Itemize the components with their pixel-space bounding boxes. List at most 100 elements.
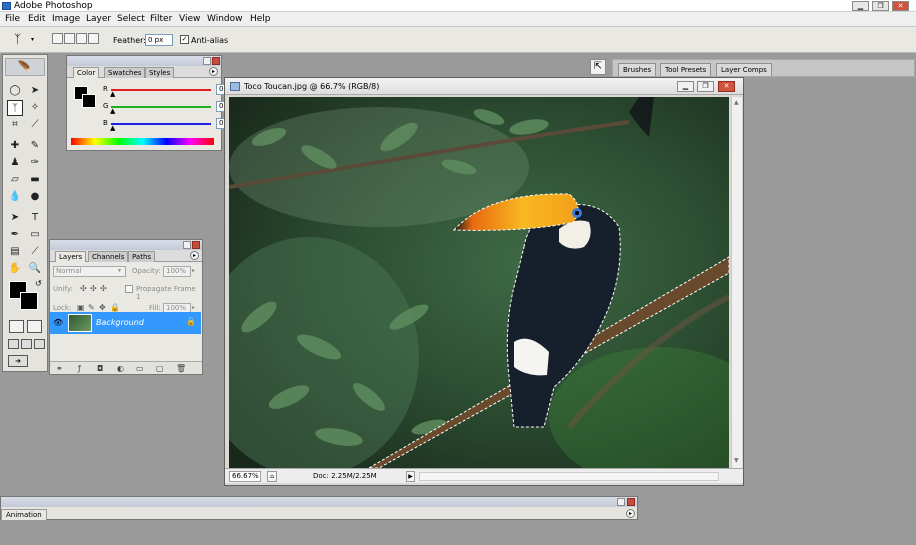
hand-tool-icon[interactable]: ✋ <box>7 261 23 277</box>
red-slider[interactable]: R ▲ 0 <box>103 84 243 98</box>
vertical-scrollbar[interactable]: ▲ ▼ <box>731 97 742 468</box>
menu-filter[interactable]: Filter <box>150 14 172 24</box>
close-icon[interactable] <box>192 241 200 249</box>
menu-window[interactable]: Window <box>207 14 243 24</box>
pen-tool-icon[interactable]: ✒ <box>7 227 23 243</box>
lock-image-icon[interactable]: ✎ <box>88 303 95 312</box>
chevron-down-icon[interactable]: ▾ <box>31 36 34 43</box>
slider-knob-icon[interactable]: ▲ <box>110 125 115 132</box>
chevron-down-icon[interactable]: ▾ <box>118 267 121 274</box>
screen-mode-standard-icon[interactable] <box>8 339 19 349</box>
new-selection-icon[interactable] <box>52 33 63 44</box>
crop-tool-icon[interactable]: ⌗ <box>7 117 23 133</box>
well-tab-layer-comps[interactable]: Layer Comps <box>716 63 772 76</box>
lock-transparency-icon[interactable]: ▣ <box>77 303 85 312</box>
layer-style-icon[interactable]: ƒ <box>78 364 81 373</box>
panel-menu-icon[interactable]: ▸ <box>209 67 218 76</box>
menu-select[interactable]: Select <box>117 14 145 24</box>
path-selection-tool-icon[interactable]: ➤ <box>7 210 23 226</box>
clone-stamp-tool-icon[interactable]: ♟ <box>7 155 23 171</box>
lasso-tool-preset-icon[interactable]: ᛉ <box>14 32 21 46</box>
new-group-icon[interactable]: ▭ <box>136 364 144 373</box>
close-icon[interactable]: ✕ <box>718 81 735 92</box>
eraser-tool-icon[interactable]: ▱ <box>7 172 23 188</box>
tab-paths[interactable]: Paths <box>128 251 156 262</box>
minimize-icon[interactable] <box>203 57 211 65</box>
maximize-icon[interactable]: ❐ <box>697 81 714 92</box>
menu-layer[interactable]: Layer <box>86 14 111 24</box>
magic-wand-tool-icon[interactable]: ✧ <box>27 100 43 116</box>
restore-icon[interactable]: ❐ <box>872 1 889 11</box>
eye-icon[interactable]: 👁 <box>53 318 63 327</box>
minimize-icon[interactable] <box>617 498 625 506</box>
gradient-tool-icon[interactable]: ▬ <box>27 172 43 188</box>
marquee-tool-icon[interactable]: ◯ <box>7 83 23 99</box>
add-to-selection-icon[interactable] <box>64 33 75 44</box>
slider-knob-icon[interactable]: ▲ <box>110 108 115 115</box>
swap-colors-icon[interactable]: ↺ <box>35 279 42 288</box>
chevron-right-icon[interactable]: ▸ <box>192 304 195 311</box>
shape-tool-icon[interactable]: ▭ <box>27 227 43 243</box>
close-icon[interactable] <box>627 498 635 506</box>
menu-view[interactable]: View <box>179 14 200 24</box>
standard-mode-icon[interactable] <box>9 320 24 333</box>
link-layers-icon[interactable]: ⚭ <box>56 364 63 373</box>
minimize-icon[interactable] <box>183 241 191 249</box>
green-slider[interactable]: G ▲ 0 <box>103 101 243 115</box>
chevron-right-icon[interactable]: ▸ <box>192 267 195 274</box>
slice-tool-icon[interactable]: ⟋ <box>27 117 43 133</box>
background-color-swatch[interactable] <box>82 94 96 108</box>
well-tab-tool-presets[interactable]: Tool Presets <box>660 63 712 76</box>
add-mask-icon[interactable]: ◘ <box>97 364 103 373</box>
menu-help[interactable]: Help <box>250 14 271 24</box>
palette-well-icon[interactable]: ⇱ <box>590 59 606 75</box>
tab-layers[interactable]: Layers <box>55 251 87 262</box>
well-tab-brushes[interactable]: Brushes <box>618 63 657 76</box>
scroll-up-icon[interactable]: ▲ <box>734 99 739 106</box>
status-menu-icon[interactable]: ▶ <box>406 471 415 482</box>
screen-mode-full-icon[interactable] <box>34 339 45 349</box>
menu-file[interactable]: File <box>5 14 20 24</box>
lock-position-icon[interactable]: ✥ <box>99 303 106 312</box>
unify-style-icon[interactable]: ✣ <box>100 284 107 293</box>
minimize-icon[interactable]: ▁ <box>677 81 694 92</box>
lock-all-icon[interactable]: 🔒 <box>110 303 120 312</box>
new-layer-icon[interactable]: ▢ <box>156 364 164 373</box>
blend-mode-select[interactable]: Normal <box>53 266 126 277</box>
scroll-down-icon[interactable]: ▼ <box>734 457 739 464</box>
unify-position-icon[interactable]: ✣ <box>80 284 87 293</box>
intersect-selection-icon[interactable] <box>88 33 99 44</box>
eyedropper-tool-icon[interactable]: ⟋ <box>27 244 43 260</box>
zoom-input[interactable]: 66.67% <box>229 471 261 482</box>
tab-styles[interactable]: Styles <box>145 67 175 78</box>
minimize-icon[interactable]: ▁ <box>852 1 869 11</box>
layer-row[interactable]: 👁 Background 🔒 <box>50 312 201 334</box>
blue-slider[interactable]: B ▲ 0 <box>103 118 243 132</box>
unify-visibility-icon[interactable]: ✣ <box>90 284 97 293</box>
dodge-tool-icon[interactable]: ● <box>27 189 43 205</box>
menu-edit[interactable]: Edit <box>28 14 45 24</box>
type-tool-icon[interactable]: T <box>27 210 43 226</box>
propagate-checkbox[interactable] <box>125 285 133 293</box>
document-titlebar[interactable]: Toco Toucan.jpg @ 66.7% (RGB/8) ▁ ❐ ✕ <box>225 78 743 95</box>
notes-tool-icon[interactable]: ▤ <box>7 244 23 260</box>
feather-logo-icon[interactable]: 🪶 <box>5 58 45 76</box>
horizontal-scrollbar[interactable] <box>419 472 719 481</box>
feather-input[interactable]: 0 px <box>145 34 173 46</box>
trash-icon[interactable]: 🗑 <box>176 364 186 373</box>
edit-in-imageready-icon[interactable]: ➜ <box>8 355 28 367</box>
close-icon[interactable]: ✕ <box>892 1 909 11</box>
status-options-icon[interactable]: ⌂ <box>267 471 277 482</box>
color-spectrum-bar[interactable] <box>71 138 214 145</box>
menu-image[interactable]: Image <box>52 14 80 24</box>
blur-tool-icon[interactable]: 💧 <box>7 189 23 205</box>
panel-menu-icon[interactable]: ▸ <box>626 509 635 518</box>
subtract-from-selection-icon[interactable] <box>76 33 87 44</box>
slider-knob-icon[interactable]: ▲ <box>110 91 115 98</box>
tab-swatches[interactable]: Swatches <box>104 67 146 78</box>
screen-mode-full-menu-icon[interactable] <box>21 339 32 349</box>
image-canvas[interactable] <box>229 97 729 468</box>
tab-color[interactable]: Color <box>73 67 100 78</box>
tab-channels[interactable]: Channels <box>88 251 129 262</box>
tab-animation[interactable]: Animation <box>1 509 47 520</box>
